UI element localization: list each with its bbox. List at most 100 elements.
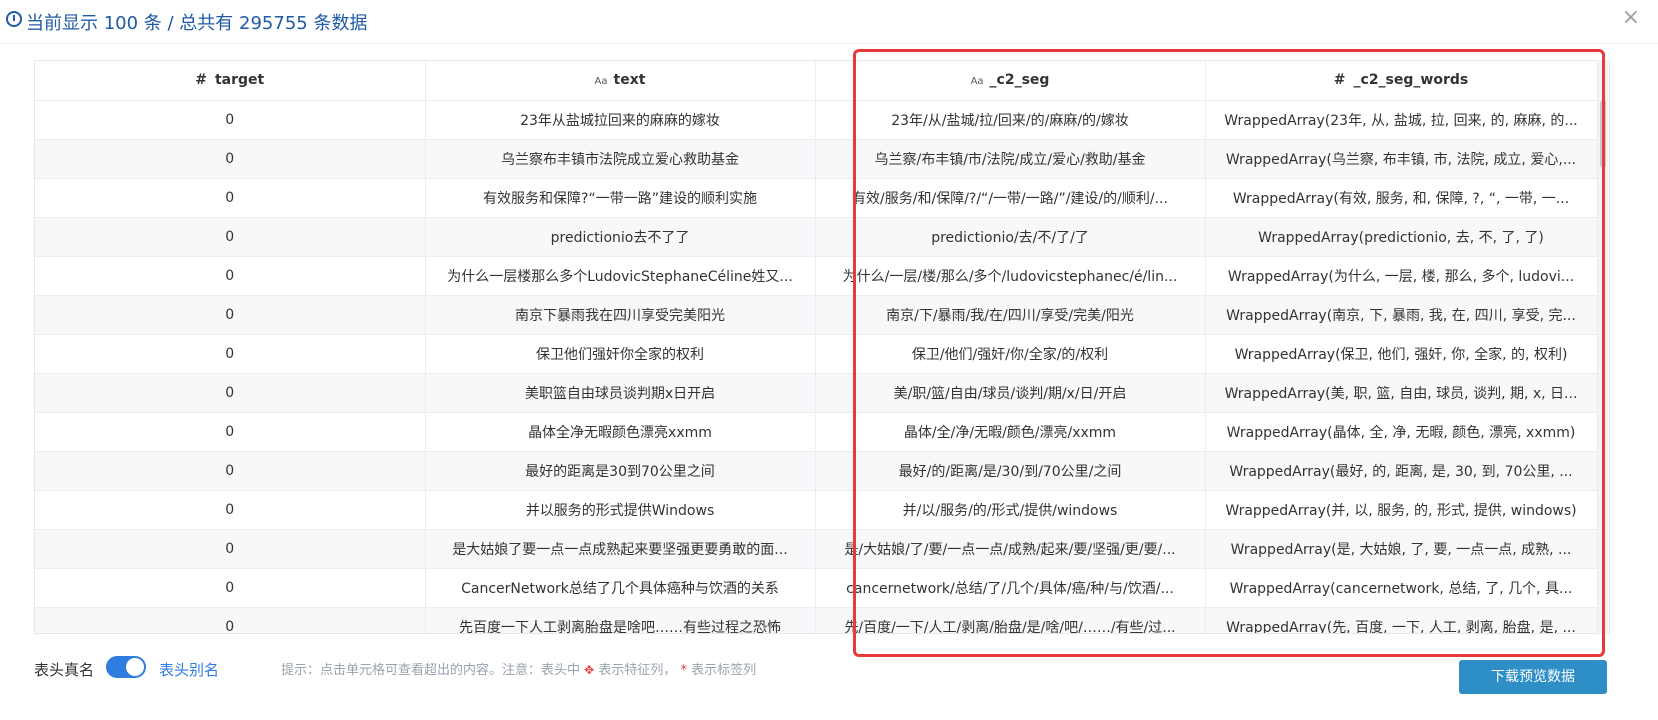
table-cell-c2-seg-words[interactable]: WrappedArray(并, 以, 服务, 的, 形式, 提供, window… [1205,490,1598,530]
table-header-row: # target Aa text Aa _c2_seg # _c2_seg_words [35,61,1598,101]
table-cell-c2-seg[interactable]: cancernetwork/总结/了/几个/具体/癌/种/与/饮酒/... [815,568,1206,608]
column-header-text[interactable]: Aa text [425,61,816,101]
table-cell-c2-seg[interactable]: 南京/下/暴雨/我/在/四川/享受/完美/阳光 [815,295,1206,335]
table-row: 0 有效服务和保障?“一带一路”建设的顺利实施 有效/服务/和/保障/?/“/一带/… [35,178,1598,218]
table-cell-text[interactable]: 最好的距离是30到70公里之间 [425,451,816,491]
header-real-name-label: 表头真名 [34,661,95,679]
table-cell-c2-seg-words[interactable]: WrappedArray(保卫, 他们, 强奸, 你, 全家, 的, 权利) [1205,334,1598,374]
table-cell-target[interactable]: 0 [35,217,426,257]
table-cell-text[interactable]: 有效服务和保障?“一带一路”建设的顺利实施 [425,178,816,218]
table-cell-c2-seg-words[interactable]: WrappedArray(predictionio, 去, 不, 了, 了) [1205,217,1598,257]
table-row: 0 并以服务的形式提供Windows 并/以/服务/的/形式/提供/windows W… [35,490,1598,530]
toggle-knob [126,658,144,676]
table-cell-text[interactable]: 保卫他们强奸你全家的权利 [425,334,816,374]
table-cell-c2-seg-words[interactable]: WrappedArray(先, 百度, 一下, 人工, 剥离, 胎盘, 是, .… [1205,607,1598,633]
header-name-toggle[interactable] [106,656,146,678]
table-cell-c2-seg[interactable]: 乌兰察/布丰镇/市/法院/成立/爱心/救助/基金 [815,139,1206,179]
download-preview-button[interactable]: 下载预览数据 [1459,660,1607,694]
table-cell-c2-seg[interactable]: 是/大姑娘/了/要/一点一点/成熟/起来/要/坚强/更/要/... [815,529,1206,569]
vertical-scrollbar[interactable] [1598,60,1608,634]
table-cell-target[interactable]: 0 [35,295,426,335]
table-row: 0 最好的距离是30到70公里之间 最好/的/距离/是/30/到/70公里/之间 Wr… [35,451,1598,491]
table-cell-c2-seg[interactable]: 晶体/全/净/无暇/颜色/漂亮/xxmm [815,412,1206,452]
table-cell-text[interactable]: 为什么一层楼那么多个LudovicStephaneCéline姓又... [425,256,816,296]
table-cell-c2-seg[interactable]: 美/职/篮/自由/球员/谈判/期/x/日/开启 [815,373,1206,413]
text-type-icon: Aa [594,76,608,88]
data-preview-table[interactable]: # target Aa text Aa _c2_seg # _c2_seg_words … [34,60,1610,634]
column-name: target [214,72,265,89]
table-cell-text[interactable]: 南京下暴雨我在四川享受完美阳光 [425,295,816,335]
table-row: 0 为什么一层楼那么多个LudovicStephaneCéline姓又... 为什么… [35,256,1598,296]
table-cell-target[interactable]: 0 [35,607,426,633]
table-cell-c2-seg-words[interactable]: WrappedArray(最好, 的, 距离, 是, 30, 到, 70公里, … [1205,451,1598,491]
table-cell-text[interactable]: predictionio去不了了 [425,217,816,257]
table-cell-c2-seg-words[interactable]: WrappedArray(乌兰察, 布丰镇, 市, 法院, 成立, 爱心,... [1205,139,1598,179]
table-cell-c2-seg[interactable]: 并/以/服务/的/形式/提供/windows [815,490,1206,530]
table-cell-text[interactable]: 并以服务的形式提供Windows [425,490,816,530]
scrollbar-thumb[interactable] [1600,100,1606,168]
table-cell-text[interactable]: 是大姑娘了要一点一点成熟起来要坚强更要勇敢的面... [425,529,816,569]
table-cell-c2-seg-words[interactable]: WrappedArray(为什么, 一层, 楼, 那么, 多个, ludovi.… [1205,256,1598,296]
table-cell-text[interactable]: 23年从盐城拉回来的麻麻的嫁妆 [425,100,816,140]
text-type-icon: Aa [970,76,984,88]
table-cell-target[interactable]: 0 [35,529,426,569]
hint-label: 表示标签列 [691,663,757,678]
numeric-type-icon: # [1333,72,1346,89]
table-cell-c2-seg[interactable]: 23年/从/盐城/拉/回来/的/麻麻/的/嫁妆 [815,100,1206,140]
table-cell-target[interactable]: 0 [35,373,426,413]
table-cell-c2-seg-words[interactable]: WrappedArray(美, 职, 篮, 自由, 球员, 谈判, 期, x, … [1205,373,1598,413]
table-cell-c2-seg[interactable]: 先/百度/一下/人工/剥离/胎盘/是/啥/吧/……/有些/过... [815,607,1206,633]
table-cell-target[interactable]: 0 [35,100,426,140]
column-name: text [613,72,646,89]
dialog-header: 当前显示 100 条 / 总共有 295755 条数据 × [0,0,1658,44]
table-row: 0 CancerNetwork总结了几个具体癌种与饮酒的关系 cancernetwo… [35,568,1598,608]
table-cell-target[interactable]: 0 [35,256,426,296]
column-name: _c2_seg [989,72,1050,89]
table-cell-text[interactable]: CancerNetwork总结了几个具体癌种与饮酒的关系 [425,568,816,608]
table-row: 0 是大姑娘了要一点一点成熟起来要坚强更要勇敢的面... 是/大姑娘/了/要/一点一… [35,529,1598,569]
table-cell-text[interactable]: 美职篮自由球员谈判期x日开启 [425,373,816,413]
table-row: 0 乌兰察布丰镇市法院成立爱心救助基金 乌兰察/布丰镇/市/法院/成立/爱心/救助/… [35,139,1598,179]
numeric-type-icon: # [195,72,207,89]
table-cell-c2-seg-words[interactable]: WrappedArray(晶体, 全, 净, 无暇, 颜色, 漂亮, xxmm) [1205,412,1598,452]
table-row: 0 美职篮自由球员谈判期x日开启 美/职/篮/自由/球员/谈判/期/x/日/开启 Wr… [35,373,1598,413]
table-cell-target[interactable]: 0 [35,412,426,452]
table-cell-text[interactable]: 晶体全净无暇颜色漂亮xxmm [425,412,816,452]
table-row: 0 南京下暴雨我在四川享受完美阳光 南京/下/暴雨/我/在/四川/享受/完美/阳光 W… [35,295,1598,335]
table-cell-target[interactable]: 0 [35,490,426,530]
table-cell-c2-seg-words[interactable]: WrappedArray(cancernetwork, 总结, 了, 几个, 具… [1205,568,1598,608]
table-cell-c2-seg-words[interactable]: WrappedArray(是, 大姑娘, 了, 要, 一点一点, 成熟, ... [1205,529,1598,569]
header-alias-label[interactable]: 表头别名 [159,659,219,680]
table-cell-target[interactable]: 0 [35,178,426,218]
table-cell-target[interactable]: 0 [35,451,426,491]
label-star-icon: * [680,663,688,678]
table-cell-c2-seg-words[interactable]: WrappedArray(南京, 下, 暴雨, 我, 在, 四川, 享受, 完.… [1205,295,1598,335]
hint-text: 提示：点击单元格可查看超出的内容。注意：表头中 ✥ 表示特征列， * 表示标签列 [281,659,756,678]
dialog-title: 当前显示 100 条 / 总共有 295755 条数据 [26,13,368,34]
column-header-c2-seg[interactable]: Aa _c2_seg [815,61,1206,101]
table-cell-text[interactable]: 先百度一下人工剥离胎盘是啥吧……有些过程之恐怖 [425,607,816,633]
table-cell-c2-seg[interactable]: 保卫/他们/强奸/你/全家/的/权利 [815,334,1206,374]
table-cell-c2-seg[interactable]: predictionio/去/不/了/了 [815,217,1206,257]
table-cell-c2-seg[interactable]: 为什么/一层/楼/那么/多个/ludovicstephanec/é/lin... [815,256,1206,296]
feature-column-icon: ✥ [584,663,595,677]
table-cell-c2-seg[interactable]: 最好/的/距离/是/30/到/70公里/之间 [815,451,1206,491]
table-cell-target[interactable]: 0 [35,334,426,374]
table-row: 0 23年从盐城拉回来的麻麻的嫁妆 23年/从/盐城/拉/回来/的/麻麻/的/嫁妆 W… [35,100,1598,140]
table-cell-target[interactable]: 0 [35,568,426,608]
table-row: 0 晶体全净无暇颜色漂亮xxmm 晶体/全/净/无暇/颜色/漂亮/xxmm Wrapp… [35,412,1598,452]
column-name: _c2_seg_words [1353,72,1469,89]
table-cell-c2-seg-words[interactable]: WrappedArray(有效, 服务, 和, 保障, ?, “, 一带, 一.… [1205,178,1598,218]
clock-icon [6,11,22,27]
hint-feature: 表示特征列， [598,663,677,678]
table-row: 0 先百度一下人工剥离胎盘是啥吧……有些过程之恐怖 先/百度/一下/人工/剥离/胎盘… [35,607,1598,633]
table-cell-c2-seg[interactable]: 有效/服务/和/保障/?/“/一带/一路/”/建设/的/顺利/... [815,178,1206,218]
table-cell-text[interactable]: 乌兰察布丰镇市法院成立爱心救助基金 [425,139,816,179]
column-header-c2-seg-words[interactable]: # _c2_seg_words [1205,61,1598,101]
column-header-target[interactable]: # target [35,61,426,101]
table-cell-c2-seg-words[interactable]: WrappedArray(23年, 从, 盐城, 拉, 回来, 的, 麻麻, 的… [1205,100,1598,140]
close-icon[interactable]: × [1622,6,1640,30]
table-cell-target[interactable]: 0 [35,139,426,179]
table-row: 0 predictionio去不了了 predictionio/去/不/了/了 Wra… [35,217,1598,257]
table-row: 0 保卫他们强奸你全家的权利 保卫/他们/强奸/你/全家/的/权利 WrappedAr… [35,334,1598,374]
